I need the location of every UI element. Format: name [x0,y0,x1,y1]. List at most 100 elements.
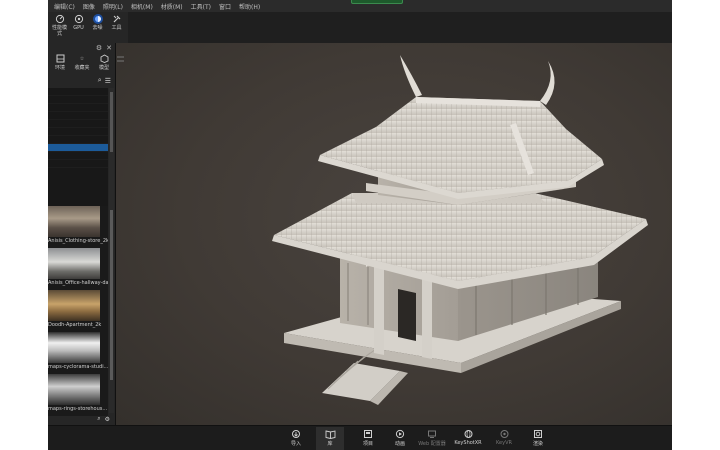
tree-scrollbar[interactable] [109,88,114,208]
hdri-list: Anisis_Clothing-store_2k Anisis_Office-h… [48,206,108,416]
scrollbar-thumb[interactable] [110,210,113,380]
hdri-label: maps-cyclorama-studi... [48,364,108,370]
library-label: 库 [327,441,333,447]
list-scrollbar[interactable] [109,208,114,413]
settings-icon[interactable]: ⚙ [96,44,102,52]
keyvr-button[interactable]: KeyVR [490,427,518,450]
keyshotxr-icon [463,427,474,440]
folder-tree [48,88,108,208]
performance-mode-label: 性能模式 [51,25,67,37]
gpu-icon [74,14,84,24]
library-icon [325,427,336,440]
menu-help[interactable]: 帮助(H) [239,2,260,11]
tree-row[interactable] [48,104,108,112]
web-configurator-button[interactable]: Web 配置器 [418,427,446,450]
tools-label: 工具 [111,25,122,31]
list-item[interactable]: maps-cyclorama-studi... [48,332,108,374]
hdri-thumbnail [48,332,100,363]
gear-icon[interactable]: ⚙ [105,416,110,423]
tab-favorites[interactable]: ☆ 收藏夹 [72,53,92,75]
list-item[interactable]: Anisis_Office-hallway-da... [48,248,108,290]
hdri-label: maps-rings-storehous... [48,406,108,412]
project-button[interactable]: 项目 [354,427,382,450]
keyshot-window: 编辑(C) 图像 照明(L) 相机(M) 材质(M) 工具(T) 窗口 帮助(H… [48,0,672,450]
menu-image[interactable]: 图像 [83,2,95,11]
keyvr-label: KeyVR [496,440,512,446]
tools-button[interactable]: 工具 [108,14,125,41]
animation-button[interactable]: 动画 [386,427,414,450]
tab-environment-label: 环境 [54,65,65,71]
model-icon [100,53,109,64]
import-label: 导入 [290,441,301,447]
zoom-icon[interactable]: ⌕ [97,415,100,423]
hdri-thumbnail [48,248,100,279]
list-item[interactable]: maps-rings-storehous... [48,374,107,416]
menu-lighting[interactable]: 照明(L) [103,2,123,11]
keyvr-icon [499,427,510,440]
tab-model[interactable]: 模型 [94,53,114,75]
animation-icon [395,427,405,440]
bottom-ribbon: 导入 库 项目 动画 Web 配置器 KeyShotXR KeyVR 渲染 [48,425,672,450]
performance-mode-button[interactable]: 性能模式 [51,14,68,41]
environment-icon [56,53,65,64]
gpu-button[interactable]: GPU [70,14,87,41]
web-configurator-label: Web 配置器 [418,441,446,447]
denoise-label: 去噪 [92,25,103,31]
tree-row[interactable] [48,136,108,144]
title-indicator [351,0,403,4]
menu-window[interactable]: 窗口 [219,2,231,11]
list-item[interactable]: Anisis_Clothing-store_2k [48,206,108,248]
gpu-label: GPU [73,25,84,31]
pavilion-model [272,55,648,405]
search-icon[interactable]: ⌕ [98,76,102,85]
menu-camera[interactable]: 相机(M) [131,2,153,11]
menu-material[interactable]: 材质(M) [161,2,183,11]
tab-favorites-label: 收藏夹 [74,65,90,71]
hdri-thumbnail [48,290,100,321]
denoise-button[interactable]: 去噪 [89,14,106,41]
menu-tools[interactable]: 工具(T) [191,2,211,11]
render-label: 渲染 [532,441,543,447]
project-icon [363,427,373,440]
hdri-label: Anisis_Clothing-store_2k [48,238,108,244]
panel-tabs: 环境 ☆ 收藏夹 模型 [48,53,115,75]
hdri-label: Doodh-Apartment_2k [48,322,102,328]
tree-row[interactable] [48,120,108,128]
menu-edit[interactable]: 编辑(C) [54,2,75,11]
project-label: 项目 [362,441,373,447]
scrollbar-thumb[interactable] [110,92,113,152]
hdri-thumbnail [48,374,100,405]
star-icon: ☆ [79,55,85,62]
render-button[interactable]: 渲染 [524,427,552,450]
close-icon[interactable]: ✕ [106,44,112,52]
library-button[interactable]: 库 [316,427,344,450]
top-toolbar: 性能模式 GPU 去噪 工具 [48,12,128,43]
tree-row-selected[interactable] [48,144,108,152]
panel-search-row: ⌕ ☰ [48,75,115,86]
tree-row[interactable] [48,128,108,136]
tree-row[interactable] [48,88,108,96]
tab-environment[interactable]: 环境 [50,53,70,75]
tree-row[interactable] [48,152,108,160]
tree-row[interactable] [48,160,108,168]
list-item[interactable]: Doodh-Apartment_2k [48,290,101,332]
web-configurator-icon [427,427,437,440]
tab-model-label: 模型 [98,65,109,71]
hdri-thumbnail [48,206,100,237]
tree-row[interactable] [48,96,108,104]
import-button[interactable]: 导入 [282,427,310,450]
render-viewport[interactable] [116,43,672,425]
hdri-label: Anisis_Office-hallway-da... [48,280,108,286]
render-icon [533,427,543,440]
animation-label: 动画 [394,441,405,447]
tools-icon [112,14,122,24]
library-panel: ⚙ ✕ 环境 ☆ 收藏夹 模型 ⌕ ☰ Anisis_Clothing-stor… [48,43,116,425]
keyshotxr-label: KeyShotXR [454,440,482,446]
keyshotxr-button[interactable]: KeyShotXR [454,427,482,450]
menu-icon[interactable]: ☰ [105,77,111,85]
tree-row[interactable] [48,112,108,120]
list-bottom-bar: ⌕ ⚙ [48,413,116,425]
denoise-icon [92,14,103,24]
gauge-icon [55,14,65,24]
panel-header: ⚙ ✕ [48,43,115,53]
